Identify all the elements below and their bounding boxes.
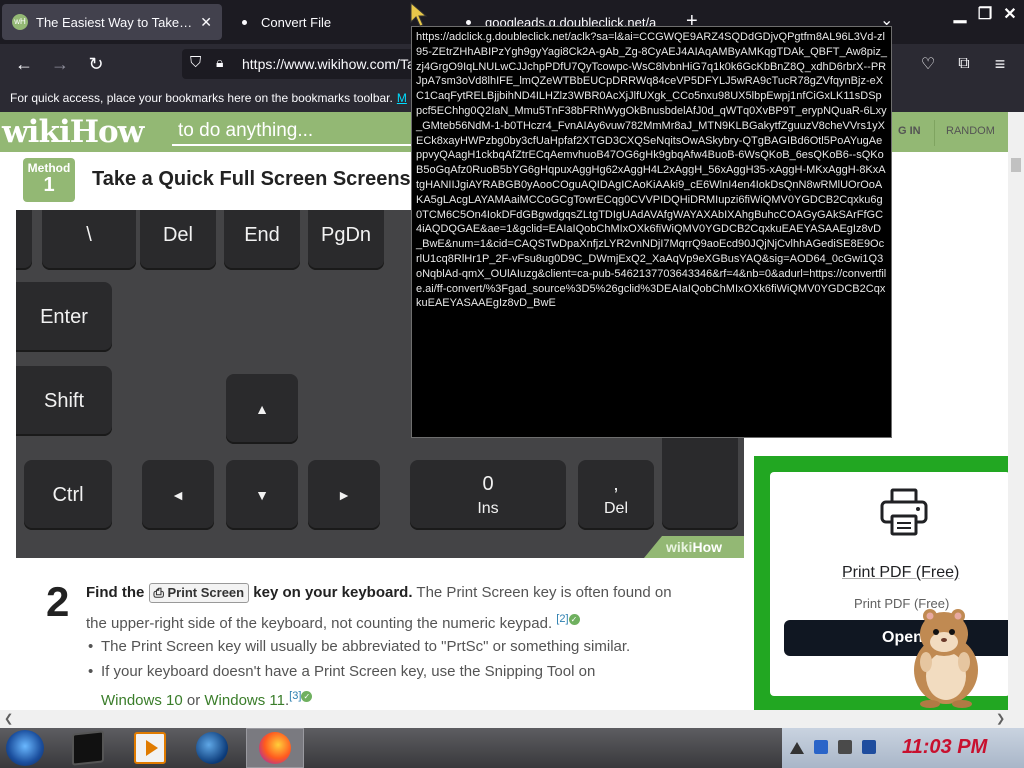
network-globe-icon[interactable] — [196, 732, 228, 764]
bluetooth-icon[interactable] — [814, 740, 828, 754]
show-hidden-icons-icon[interactable] — [790, 740, 804, 754]
horizontal-scrollbar[interactable]: ❮ ❯ — [0, 710, 1024, 728]
step-lead: Find the — [86, 584, 145, 601]
list-item: If your keyboard doesn't have a Print Sc… — [88, 659, 688, 710]
key-ctrl: Ctrl — [24, 460, 112, 530]
tab-wikihow[interactable]: wH The Easiest Way to Take a Scr ✕ — [2, 4, 222, 40]
bullet2-or: or — [186, 692, 201, 709]
key-end: End — [224, 210, 300, 270]
reference-link[interactable]: [2] — [556, 613, 568, 625]
key-right-arrow: ► — [308, 460, 380, 530]
windows-10-link[interactable]: Windows 10 — [101, 692, 183, 709]
watermark-how: How — [692, 539, 723, 555]
link-url-tooltip: https://adclick.g.doubleclick.net/aclk?s… — [411, 26, 892, 438]
step-number: 2 — [46, 578, 70, 625]
menu-icon[interactable]: ≡ — [986, 50, 1014, 78]
key-comma-label: ‚ — [613, 472, 619, 495]
key-zero-ins: 0 Ins — [410, 460, 566, 530]
back-arrow-icon[interactable]: ← — [10, 50, 38, 78]
reload-icon[interactable]: ↻ — [82, 50, 110, 78]
bullet2-text: If your keyboard doesn't have a Print Sc… — [101, 663, 596, 680]
key-down-arrow: ▼ — [226, 460, 298, 530]
mouse-cursor-icon — [410, 2, 428, 27]
key-pgdn: PgDn — [308, 210, 384, 270]
scrollbar-thumb[interactable] — [1011, 158, 1021, 172]
nav-random[interactable]: RANDOM — [946, 125, 995, 137]
step-bold-end: key on your keyboard. — [253, 584, 413, 601]
close-tab-icon[interactable]: ✕ — [200, 14, 212, 31]
forward-arrow-icon[interactable]: → — [46, 50, 74, 78]
key-left-arrow: ◄ — [142, 460, 214, 530]
list-item: The Print Screen key will usually be abb… — [88, 634, 688, 659]
windows-11-link[interactable]: Windows 11 — [204, 692, 285, 709]
media-player-icon[interactable] — [134, 732, 166, 764]
method-title: Take a Quick Full Screen Screens — [92, 168, 411, 190]
minimize-icon[interactable]: ▁ — [950, 4, 970, 24]
url-text: https://www.wikihow.com/Ta — [242, 56, 415, 72]
bookmarks-message: For quick access, place your bookmarks h… — [10, 91, 393, 105]
logo-wiki: wiki — [2, 114, 71, 150]
step-bullets: The Print Screen key will usually be abb… — [88, 634, 688, 710]
tab-title: The Easiest Way to Take a Scr — [36, 14, 192, 30]
taskbar-clock[interactable]: 11:03 PM — [902, 736, 987, 759]
network-icon[interactable] — [838, 740, 852, 754]
pocket-icon[interactable]: ♡ — [914, 50, 942, 78]
search-input[interactable]: to do anything... — [172, 120, 412, 146]
step-text: Find the ⎙ Print Screen key on your keyb… — [86, 580, 686, 637]
scroll-left-icon[interactable]: ❮ — [4, 712, 13, 725]
key-del: Del — [140, 210, 216, 270]
tab-dot-icon — [466, 19, 471, 25]
reference-link[interactable]: [3] — [289, 690, 301, 702]
print-screen-key-badge: ⎙ Print Screen — [148, 583, 250, 603]
vertical-scrollbar[interactable] — [1008, 112, 1024, 710]
key-comma-del: ‚ Del — [578, 460, 654, 530]
key-del2-label: Del — [603, 499, 628, 517]
key-backslash: \ — [42, 210, 136, 270]
extensions-icon[interactable]: ⧉ — [950, 50, 978, 78]
hamster-mascot-icon[interactable] — [900, 604, 990, 708]
scroll-right-icon[interactable]: ❯ — [996, 712, 1005, 725]
method-label: Method — [27, 161, 71, 175]
key-partial — [16, 210, 32, 270]
wikihow-watermark: wiki How — [644, 536, 744, 558]
key-up-arrow: ▲ — [226, 374, 298, 444]
verified-check-icon: ✓ — [301, 691, 313, 702]
key-zero-label: 0 — [482, 472, 494, 495]
logo-how: How — [69, 114, 145, 150]
restore-icon[interactable]: ❐ — [975, 4, 995, 24]
ad-title[interactable]: Print PDF (Free) — [842, 564, 959, 582]
verified-check-icon: ✓ — [568, 614, 580, 625]
method-number: 1 — [43, 174, 55, 196]
key-ins-label: Ins — [477, 499, 499, 517]
volume-icon[interactable] — [862, 740, 876, 754]
key-shift: Shift — [16, 366, 112, 436]
method-badge: Method 1 — [23, 158, 75, 202]
manage-bookmarks-link[interactable]: M — [397, 91, 407, 105]
nav-login[interactable]: G IN — [898, 125, 921, 137]
firefox-icon[interactable] — [259, 732, 291, 764]
wikihow-logo[interactable]: wikiHow — [2, 114, 145, 150]
watermark-wiki: wiki — [665, 539, 693, 555]
tab-dot-icon — [242, 19, 247, 25]
start-button[interactable] — [6, 730, 44, 766]
terminal-icon[interactable] — [72, 730, 104, 766]
tab-title: Convert File — [261, 14, 332, 30]
key-enter: Enter — [16, 282, 112, 352]
nav-divider — [934, 120, 935, 146]
taskbar: 11:03 PM — [0, 728, 1024, 768]
shield-icon[interactable]: ⛉ — [190, 54, 201, 71]
wikihow-favicon-icon: wH — [12, 14, 28, 30]
lock-icon[interactable]: 🔒︎ — [216, 54, 223, 71]
printer-icon — [880, 488, 928, 536]
close-window-icon[interactable]: ✕ — [1000, 4, 1020, 24]
